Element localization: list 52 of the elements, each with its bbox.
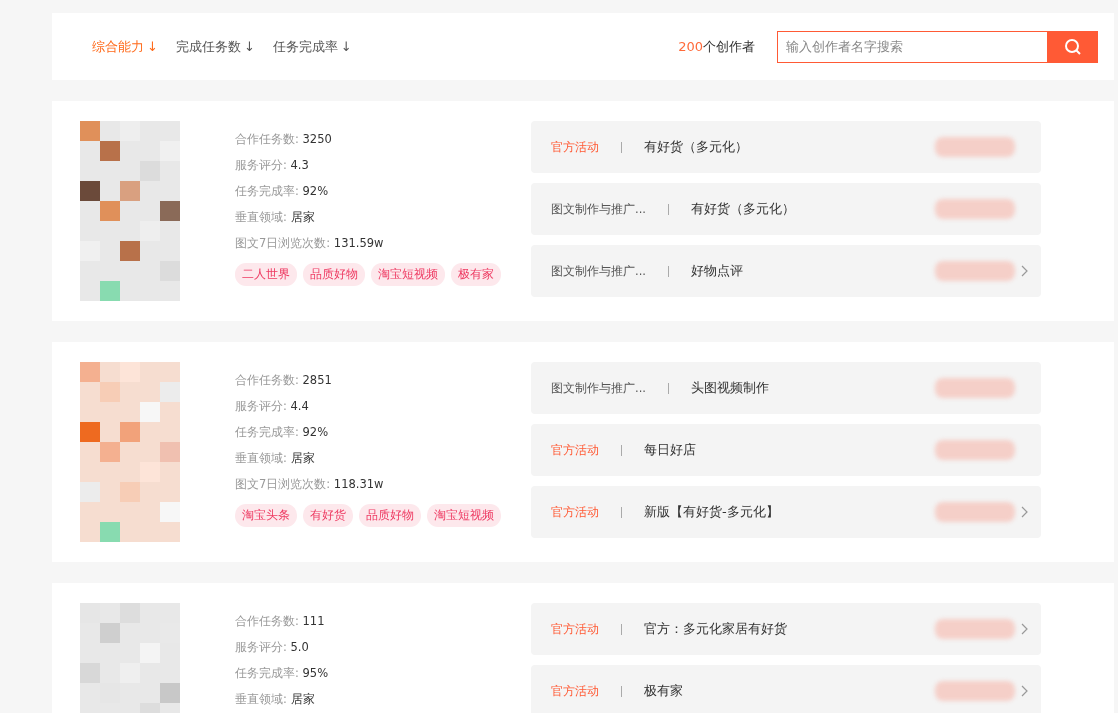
stat-line: 服务评分: 4.3 bbox=[235, 157, 310, 174]
task-row[interactable]: 官方活动 新版【有好货-多元化】 bbox=[531, 486, 1041, 538]
sort-tab[interactable]: 任务完成率 ↓ bbox=[272, 37, 352, 56]
task-title: 官方：多元化家居有好货 bbox=[644, 620, 788, 638]
stat-line: 服务评分: 5.0 bbox=[235, 639, 310, 656]
task-category: 图文制作与推广... bbox=[551, 380, 646, 396]
creator-count: 200个创作者 bbox=[678, 37, 755, 56]
task-row[interactable]: 图文制作与推广... 好物点评 bbox=[531, 245, 1041, 297]
task-title: 有好货（多元化） bbox=[644, 138, 749, 156]
task-title: 极有家 bbox=[644, 682, 684, 700]
search-field[interactable]: 输入创作者名字搜索 bbox=[777, 30, 1048, 63]
task-row[interactable]: 官方活动 极有家 bbox=[531, 665, 1041, 713]
task-category: 官方活动 bbox=[551, 139, 599, 155]
stat-line: 垂直领域: 居家 bbox=[235, 209, 316, 226]
stat-line: 图文7日浏览次数: 131.59w bbox=[235, 235, 385, 252]
task-title: 新版【有好货-多元化】 bbox=[644, 503, 780, 521]
task-category: 官方活动 bbox=[551, 442, 599, 458]
tag: 淘宝短视频 bbox=[371, 263, 445, 286]
task-row[interactable]: 官方活动 每日好店 bbox=[531, 424, 1041, 476]
search-icon bbox=[1064, 37, 1082, 56]
stat-line: 合作任务数: 3250 bbox=[235, 131, 333, 148]
stat-line: 图文7日浏览次数: 118.31w bbox=[235, 476, 385, 493]
task-title: 好物点评 bbox=[690, 262, 744, 280]
task-title: 头图视频制作 bbox=[690, 379, 770, 397]
stat-line: 垂直领域: 居家 bbox=[235, 450, 316, 467]
tag: 极有家 bbox=[451, 263, 501, 286]
tag: 品质好物 bbox=[303, 263, 365, 286]
task-title: 有好货（多元化） bbox=[690, 200, 796, 218]
tag: 淘宝头条 bbox=[235, 504, 297, 527]
task-category: 官方活动 bbox=[551, 621, 599, 637]
task-row[interactable]: 图文制作与推广... 有好货（多元化） bbox=[531, 183, 1041, 235]
task-category: 官方活动 bbox=[551, 504, 599, 520]
tag: 有好货 bbox=[303, 504, 353, 527]
task-category: 图文制作与推广... bbox=[551, 201, 646, 217]
stat-line: 垂直领域: 居家 bbox=[235, 691, 316, 708]
task-category: 图文制作与推广... bbox=[551, 263, 646, 279]
search-button[interactable] bbox=[1048, 30, 1098, 63]
tag: 品质好物 bbox=[359, 504, 421, 527]
task-title: 每日好店 bbox=[644, 441, 697, 459]
stat-line: 合作任务数: 2851 bbox=[235, 372, 333, 389]
stat-line: 服务评分: 4.4 bbox=[235, 398, 310, 415]
sort-tab[interactable]: 完成任务数 ↓ bbox=[175, 37, 255, 56]
stat-line: 任务完成率: 92% bbox=[235, 183, 330, 200]
task-row[interactable]: 官方活动 有好货（多元化） bbox=[531, 121, 1041, 173]
stat-line: 合作任务数: 111 bbox=[235, 613, 326, 630]
task-row[interactable]: 图文制作与推广... 头图视频制作 bbox=[531, 362, 1041, 414]
stat-line: 任务完成率: 95% bbox=[235, 665, 330, 682]
task-category: 官方活动 bbox=[551, 683, 599, 699]
tag: 二人世界 bbox=[235, 263, 297, 286]
stat-line: 任务完成率: 92% bbox=[235, 424, 330, 441]
tag: 淘宝短视频 bbox=[427, 504, 501, 527]
task-row[interactable]: 官方活动 官方：多元化家居有好货 bbox=[531, 603, 1041, 655]
